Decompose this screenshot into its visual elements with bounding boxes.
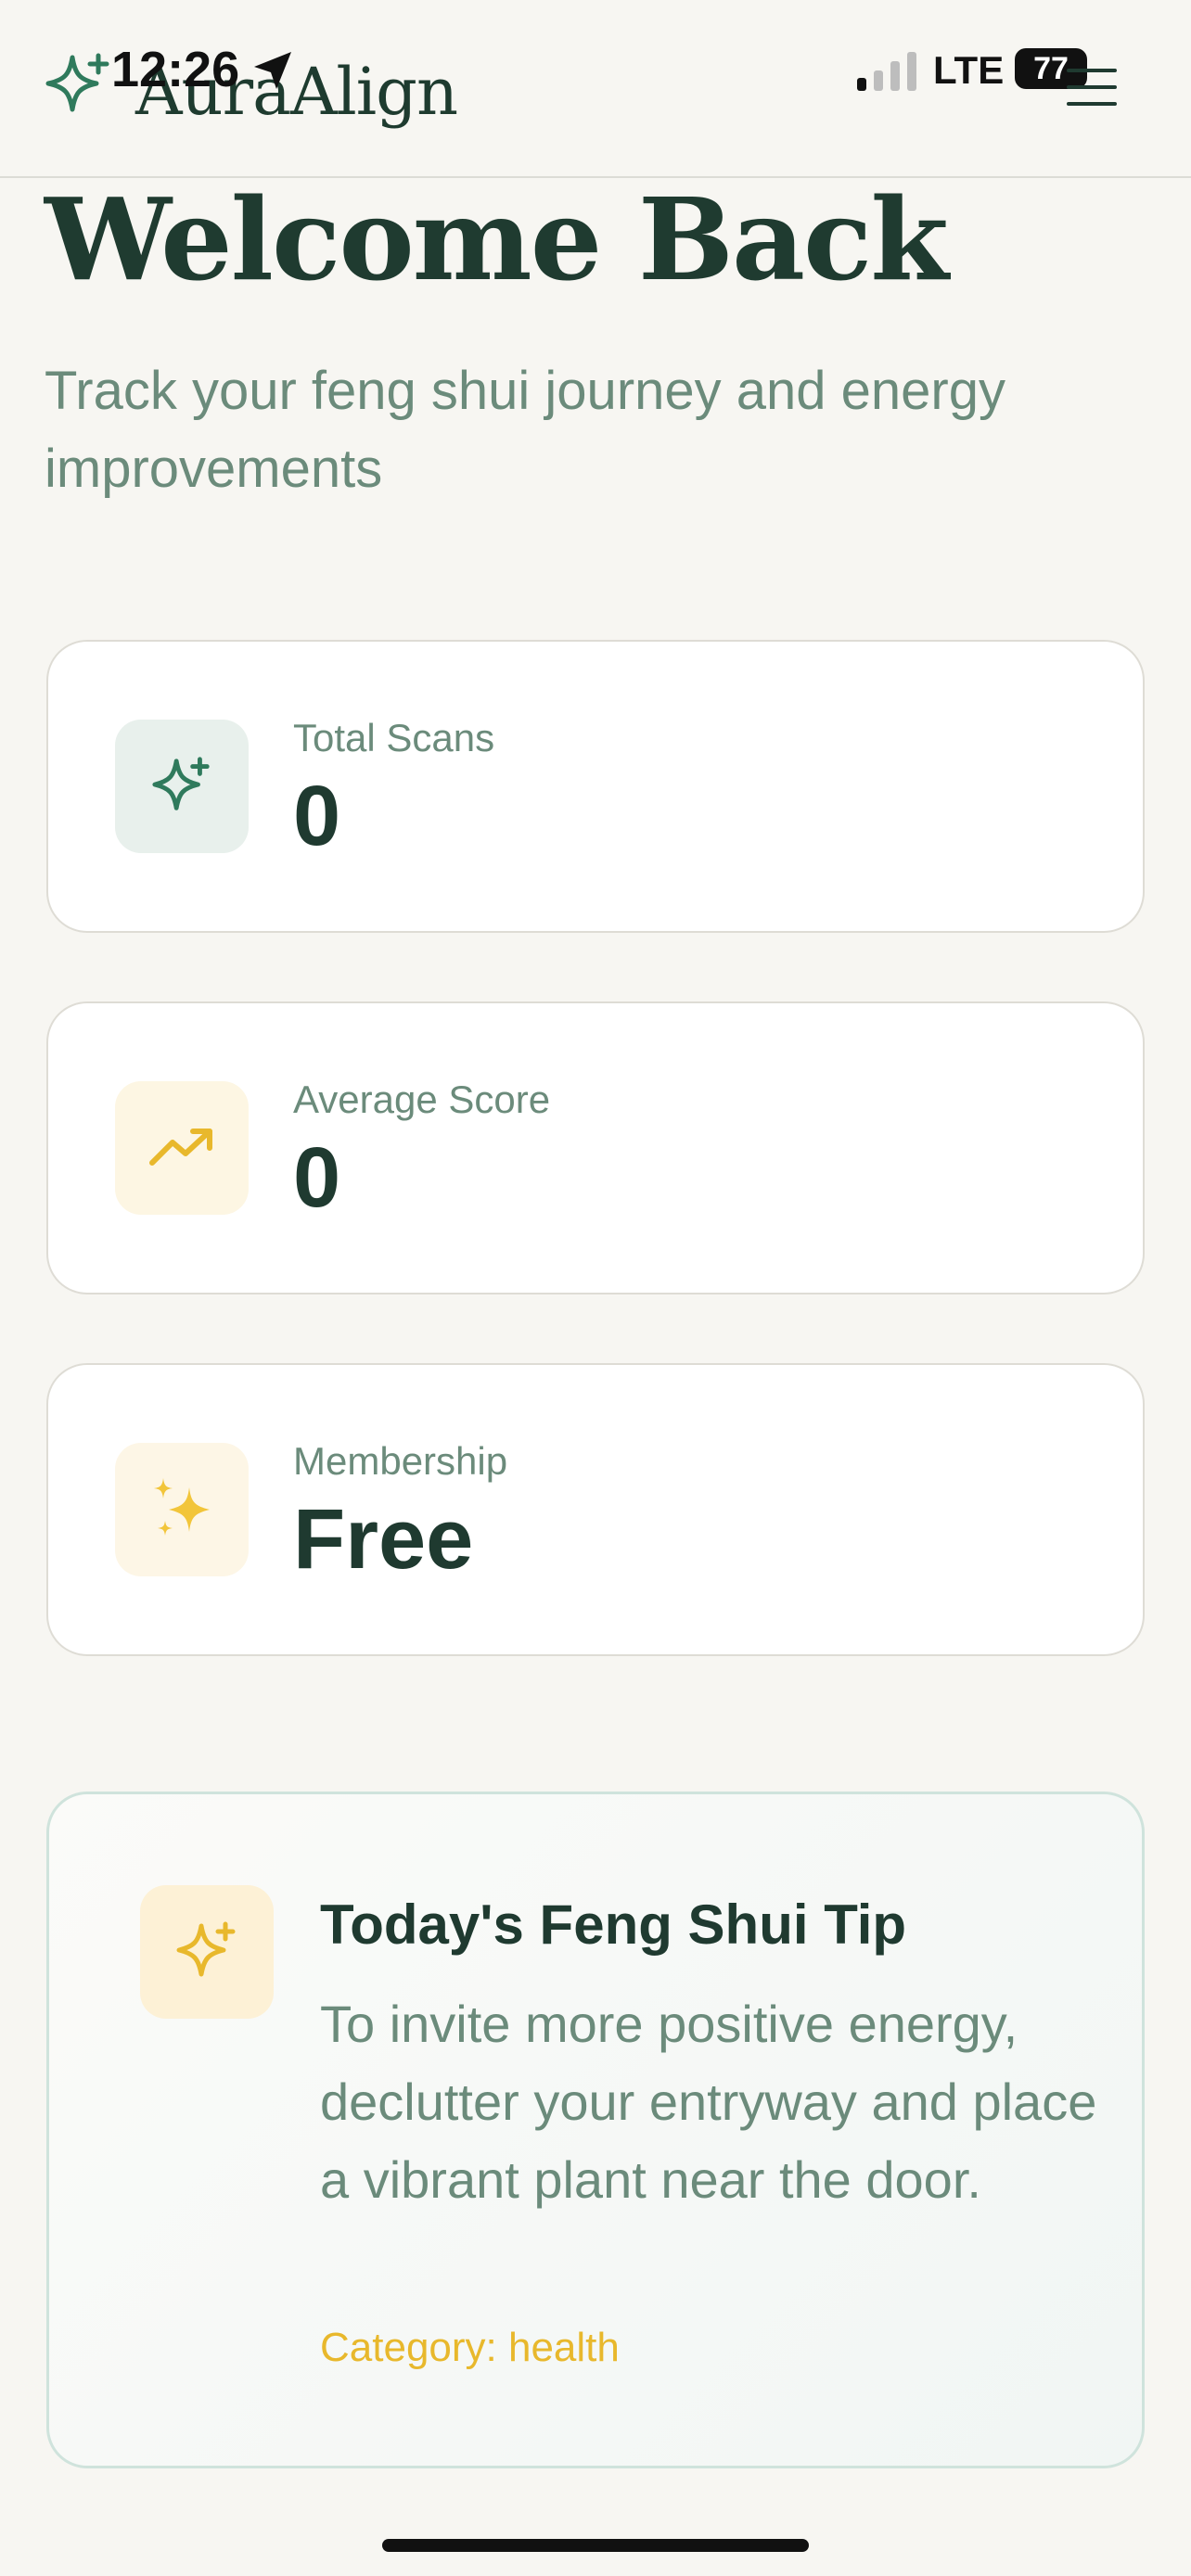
dashboard-page: AuraAlign 12:26 LTE 77 Welcome Back Trac… [0,0,1191,2576]
status-time: 12:26 [111,42,240,97]
cellular-signal-icon [857,52,916,91]
stat-card-average-score: Average Score 0 [46,1001,1145,1294]
daily-tip-card: Today's Feng Shui Tip To invite more pos… [46,1792,1145,2468]
stat-icon-box [115,1443,249,1576]
stat-card-membership: Membership Free [46,1363,1145,1656]
app-header: AuraAlign 12:26 LTE 77 [0,0,1191,178]
tip-title: Today's Feng Shui Tip [320,1894,907,1956]
page-title: Welcome Back [45,172,949,306]
stat-label: Average Score [293,1078,551,1121]
trending-up-icon [149,1129,212,1166]
network-type: LTE [933,48,1005,92]
home-indicator[interactable] [382,2539,809,2552]
sparkle-icon [152,757,210,810]
sparkles-emoji-icon [154,1478,210,1536]
stat-label: Membership [293,1439,508,1483]
tip-icon-box [140,1885,274,2019]
tip-category: Category: health [320,2325,620,2370]
sparkle-icon [45,53,109,112]
page-subtitle: Track your feng shui journey and energy … [45,361,1005,499]
stat-card-total-scans: Total Scans 0 [46,640,1145,933]
stat-value: 0 [293,769,341,863]
stat-value: Free [293,1492,474,1587]
stat-label: Total Scans [293,716,495,759]
location-arrow-icon [254,52,291,89]
hamburger-menu-icon[interactable] [1067,67,1117,108]
stat-icon-box [115,720,249,853]
tip-body: To invite more positive energy, declutte… [320,1995,1097,2209]
stat-value: 0 [293,1130,341,1225]
stat-icon-box [115,1081,249,1215]
sparkle-icon [176,1921,236,1977]
